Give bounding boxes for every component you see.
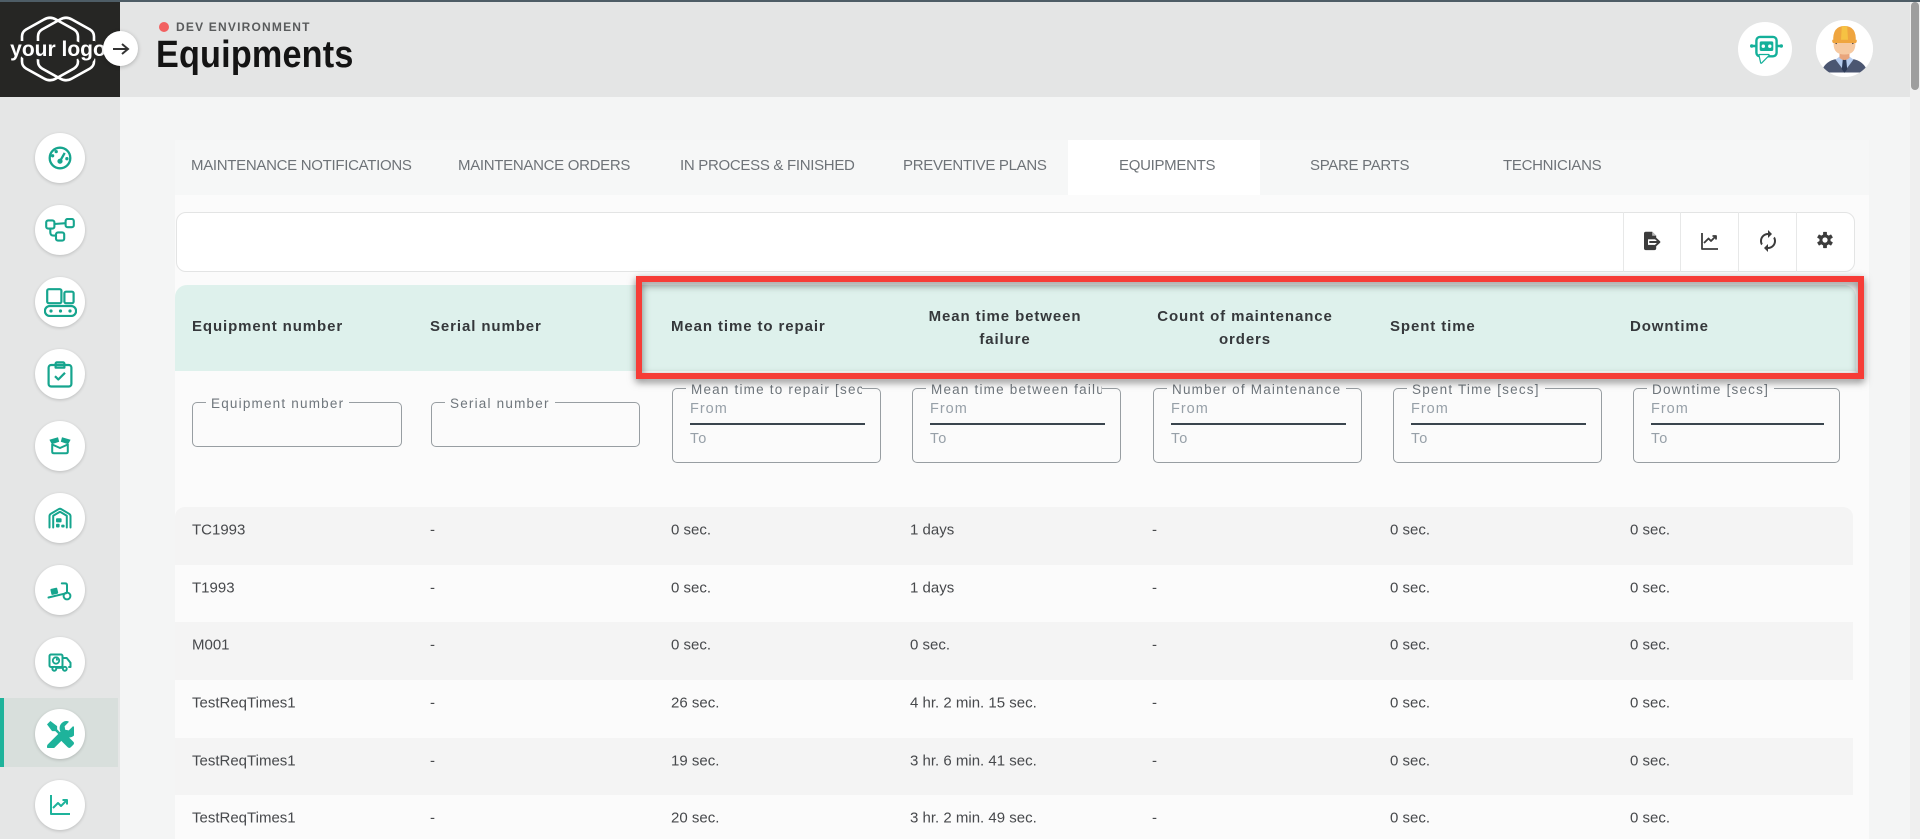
- svg-text:your logo: your logo: [10, 38, 106, 61]
